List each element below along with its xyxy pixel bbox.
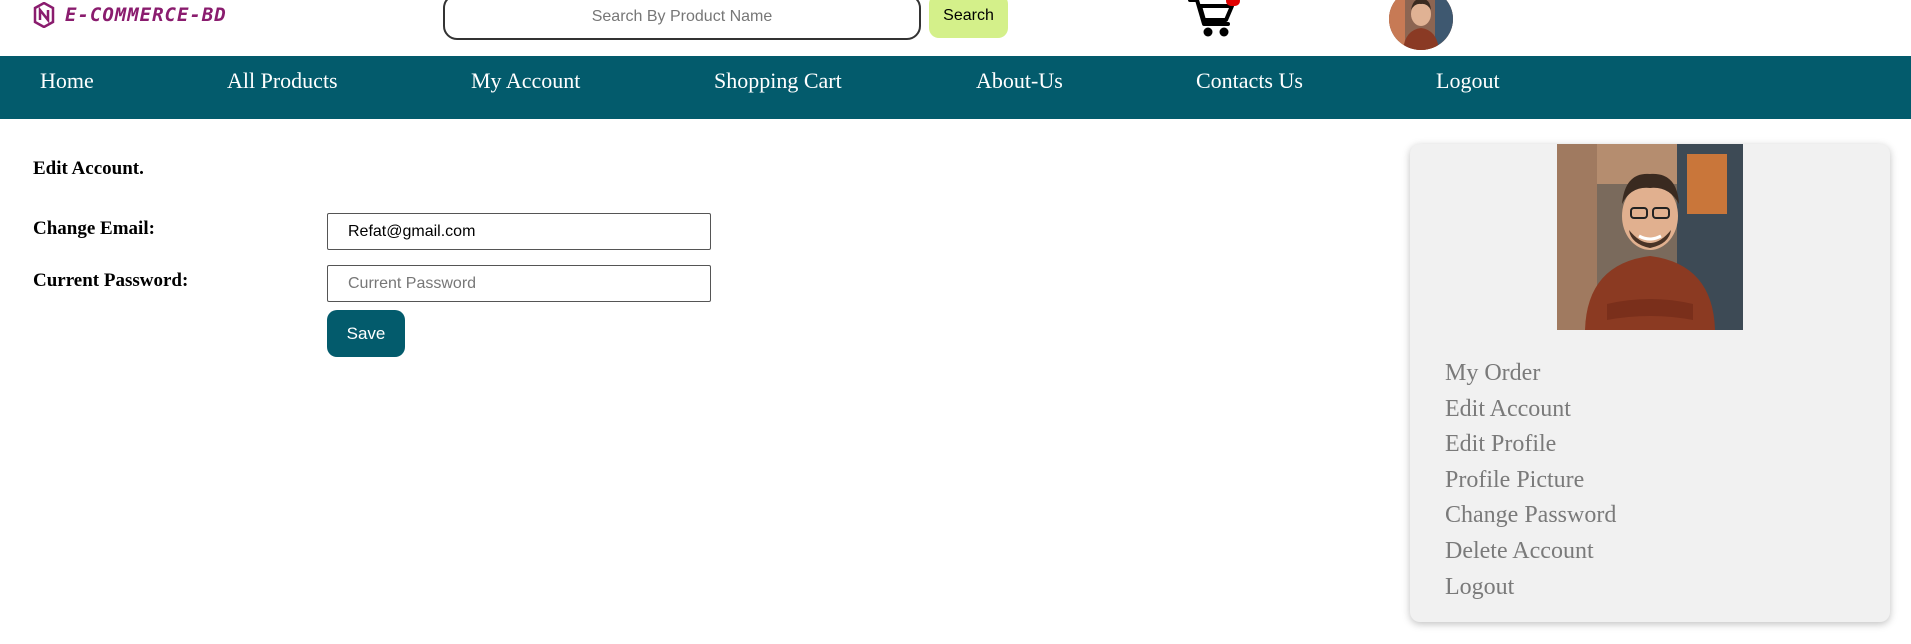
search-button[interactable]: Search [929, 0, 1008, 38]
top-bar: E-COMMERCE-BD Search [0, 0, 1911, 56]
profile-photo [1557, 144, 1743, 330]
brand-logo-icon [33, 2, 55, 28]
sidebar-item-change-password[interactable]: Change Password [1445, 498, 1616, 534]
nav-item-home[interactable]: Home [40, 56, 94, 106]
search-input[interactable] [443, 0, 921, 40]
sidebar-item-logout[interactable]: Logout [1445, 570, 1616, 606]
current-password-field[interactable] [327, 265, 711, 302]
page-title: Edit Account. [33, 158, 144, 179]
nav-item-my-account[interactable]: My Account [471, 56, 580, 106]
main-nav: Home All Products My Account Shopping Ca… [0, 56, 1911, 119]
account-sidebar: My Order Edit Account Edit Profile Profi… [1410, 144, 1890, 622]
sidebar-item-delete-account[interactable]: Delete Account [1445, 534, 1616, 570]
sidebar-item-edit-profile[interactable]: Edit Profile [1445, 427, 1616, 463]
nav-item-about-us[interactable]: About-Us [976, 56, 1063, 106]
email-label: Change Email: [33, 218, 155, 239]
nav-item-all-products[interactable]: All Products [227, 56, 338, 106]
sidebar-item-my-order[interactable]: My Order [1445, 356, 1616, 392]
shopping-cart-icon[interactable] [1188, 0, 1236, 40]
cart-count-badge [1226, 0, 1240, 6]
avatar-photo [1389, 0, 1453, 50]
brand-name: E-COMMERCE-BD [65, 4, 227, 26]
email-field[interactable] [327, 213, 711, 250]
account-menu: My Order Edit Account Edit Profile Profi… [1445, 356, 1616, 605]
sidebar-item-profile-picture[interactable]: Profile Picture [1445, 463, 1616, 499]
sidebar-item-edit-account[interactable]: Edit Account [1445, 392, 1616, 428]
nav-item-logout[interactable]: Logout [1436, 56, 1500, 106]
nav-item-shopping-cart[interactable]: Shopping Cart [714, 56, 842, 106]
save-button[interactable]: Save [327, 310, 405, 357]
user-avatar[interactable] [1389, 0, 1453, 50]
current-password-label: Current Password: [33, 270, 189, 291]
brand-logo[interactable]: E-COMMERCE-BD [31, 2, 227, 28]
nav-item-contacts-us[interactable]: Contacts Us [1196, 56, 1303, 106]
